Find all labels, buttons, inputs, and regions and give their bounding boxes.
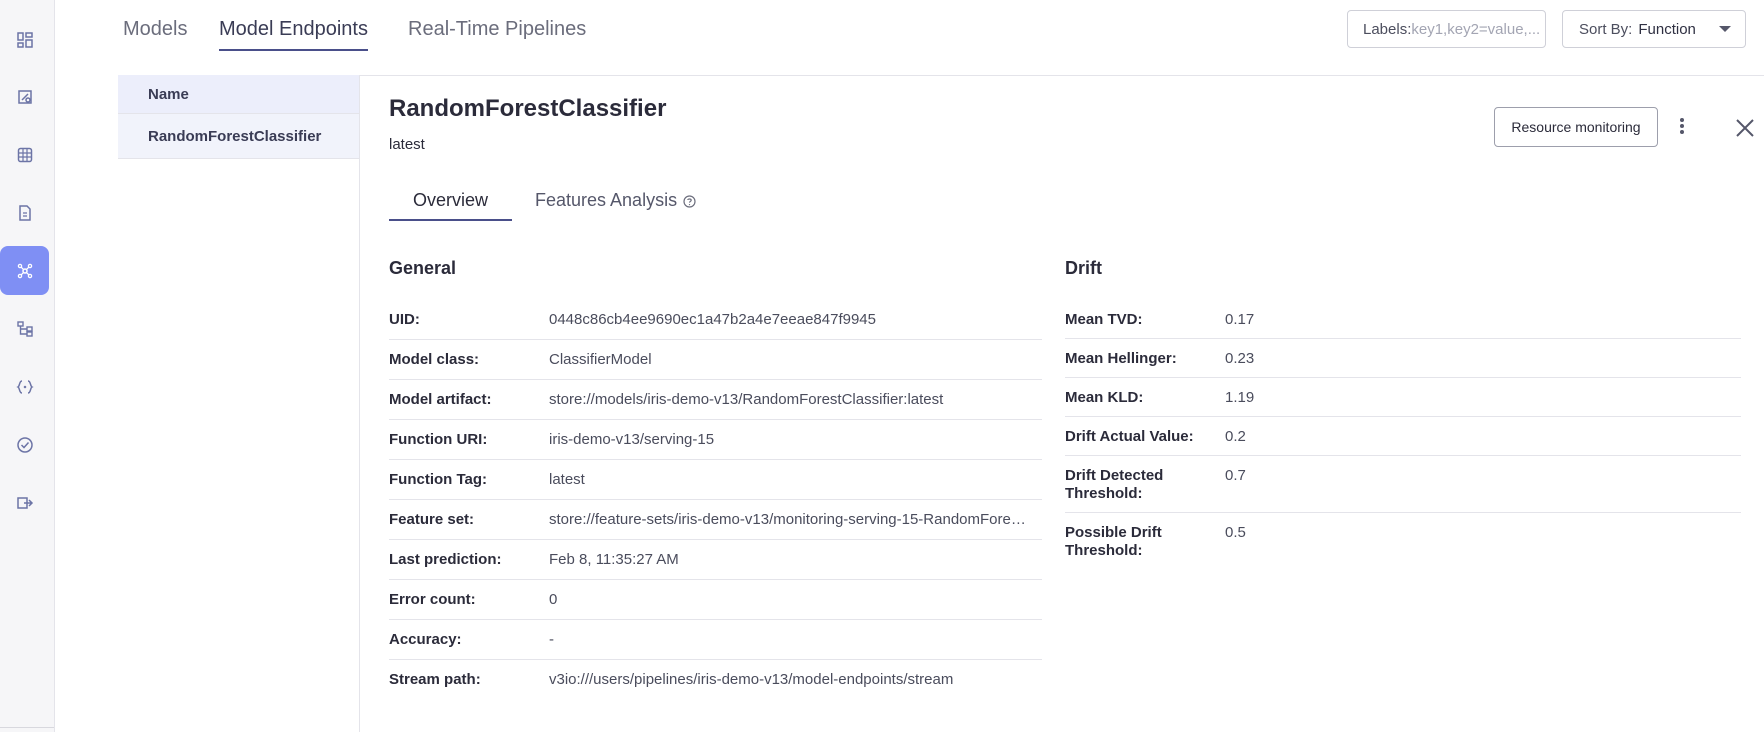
- last-prediction-label: Last prediction:: [389, 550, 502, 568]
- mean-hellinger-value: 0.23: [1225, 350, 1255, 367]
- tab-features-analysis-label: Features Analysis: [535, 190, 678, 210]
- sort-by-value: Function: [1638, 20, 1696, 38]
- sidebar-item-jobs[interactable]: [0, 304, 49, 353]
- feature-store-icon: [17, 89, 32, 104]
- table-row: Possible Drift Threshold: 0.5: [1065, 513, 1741, 570]
- help-icon: [683, 195, 696, 208]
- mean-kld-value: 1.19: [1225, 389, 1255, 406]
- table-row: Stream path: v3io:///users/pipelines/iris…: [389, 660, 1042, 700]
- function-uri-label: Function URI:: [389, 430, 488, 448]
- jobs-icon: [16, 320, 33, 337]
- sidebar-divider: [0, 727, 54, 728]
- mean-hellinger-label: Mean Hellinger:: [1065, 350, 1177, 367]
- labels-filter-label: Labels:: [1363, 20, 1412, 38]
- list-item[interactable]: RandomForestClassifier: [118, 114, 359, 159]
- possible-drift-threshold-label: Possible Drift Threshold:: [1065, 524, 1162, 559]
- possible-drift-threshold-value: 0.5: [1225, 524, 1246, 541]
- chevron-down-icon: [1719, 26, 1731, 32]
- drift-section-title: Drift: [1065, 258, 1102, 278]
- labels-filter-placeholder: key1,key2=value,...: [1411, 20, 1541, 38]
- drift-detected-threshold-value: 0.7: [1225, 467, 1246, 484]
- sidebar-item-functions[interactable]: [0, 362, 49, 411]
- model-artifact-label: Model artifact:: [389, 390, 492, 408]
- sidebar-item-api-gateway[interactable]: [0, 478, 49, 527]
- models-icon: [17, 263, 32, 278]
- datasets-icon: [17, 147, 32, 162]
- general-section-title: General: [389, 258, 457, 278]
- monitoring-icon: [16, 436, 33, 453]
- feature-set-label: Feature set:: [389, 510, 475, 528]
- list-header-name[interactable]: Name: [118, 75, 359, 114]
- table-row: Last prediction: Feb 8, 11:35:27 AM: [389, 540, 1042, 580]
- mean-kld-label: Mean KLD:: [1065, 389, 1144, 406]
- sidebar-item-feature-store[interactable]: [0, 72, 49, 121]
- endpoint-tag: latest: [389, 136, 425, 153]
- mean-tvd-value: 0.17: [1225, 311, 1255, 328]
- table-row: Drift Detected Threshold: 0.7: [1065, 456, 1741, 513]
- stream-path-value: v3io:///users/pipelines/iris-demo-v13/mo…: [549, 671, 954, 688]
- table-row: Accuracy: -: [389, 620, 1042, 660]
- table-row: Drift Actual Value: 0.2: [1065, 417, 1741, 456]
- sort-by-select[interactable]: Sort By: Function: [1562, 10, 1746, 48]
- table-row: Mean KLD: 1.19: [1065, 378, 1741, 417]
- api-gateway-icon: [16, 496, 33, 509]
- sidebar-item-models[interactable]: [0, 246, 49, 295]
- table-row: Model class: ClassifierModel: [389, 340, 1042, 380]
- table-row: Mean TVD: 0.17: [1065, 300, 1741, 339]
- general-details-table: UID: 0448c86cb4ee9690ec1a47b2a4e7eeae847f…: [389, 300, 1042, 700]
- sort-by-label: Sort By:: [1579, 20, 1633, 38]
- function-tag-value: latest: [549, 470, 585, 488]
- feature-set-value: store://feature-sets/iris-demo-v13/monit…: [549, 510, 1029, 528]
- divider: [359, 75, 1764, 76]
- last-prediction-value: Feb 8, 11:35:27 AM: [549, 550, 679, 568]
- table-row: Mean Hellinger: 0.23: [1065, 339, 1741, 378]
- tab-models[interactable]: Models: [123, 18, 187, 49]
- drift-detected-threshold-label: Drift Detected Threshold:: [1065, 467, 1164, 502]
- uid-label: UID:: [389, 310, 420, 328]
- model-artifact-value: store://models/iris-demo-v13/RandomFores…: [549, 390, 944, 408]
- table-row: Error count: 0: [389, 580, 1042, 620]
- mean-tvd-label: Mean TVD:: [1065, 311, 1143, 328]
- tab-real-time-pipelines[interactable]: Real-Time Pipelines: [408, 18, 586, 49]
- accuracy-label: Accuracy:: [389, 630, 462, 648]
- more-actions-icon[interactable]: [1672, 116, 1692, 138]
- close-icon[interactable]: [1734, 117, 1756, 139]
- function-uri-value: iris-demo-v13/serving-15: [549, 430, 715, 448]
- uid-value: 0448c86cb4ee9690ec1a47b2a4e7eeae847f9945: [549, 310, 876, 328]
- endpoints-list: Name RandomForestClassifier: [118, 75, 360, 732]
- model-class-value: ClassifierModel: [549, 350, 652, 368]
- sidebar-item-datasets[interactable]: [0, 130, 49, 179]
- sidebar-item-artifacts[interactable]: [0, 188, 49, 237]
- table-row: Feature set: store://feature-sets/iris-de…: [389, 500, 1042, 540]
- sidebar: [0, 0, 55, 732]
- artifacts-icon: [18, 204, 31, 221]
- drift-actual-value-value: 0.2: [1225, 428, 1246, 445]
- drift-actual-value-label: Drift Actual Value:: [1065, 428, 1194, 445]
- table-row: Function Tag: latest: [389, 460, 1042, 500]
- model-class-label: Model class:: [389, 350, 480, 368]
- sidebar-item-dashboard[interactable]: [0, 15, 49, 64]
- drift-details-table: Mean TVD: 0.17 Mean Hellinger: 0.23 Mean K…: [1065, 300, 1741, 570]
- table-row: Model artifact: store://models/iris-demo-…: [389, 380, 1042, 420]
- accuracy-value: -: [549, 630, 554, 648]
- tab-overview[interactable]: Overview: [389, 190, 513, 221]
- tab-model-endpoints[interactable]: Model Endpoints: [219, 18, 368, 51]
- function-tag-label: Function Tag:: [389, 470, 488, 488]
- functions-icon: [15, 379, 34, 394]
- resource-monitoring-button[interactable]: Resource monitoring: [1494, 107, 1658, 147]
- table-row: UID: 0448c86cb4ee9690ec1a47b2a4e7eeae847f…: [389, 300, 1042, 340]
- error-count-label: Error count:: [389, 590, 476, 608]
- tab-features-analysis[interactable]: Features Analysis: [535, 190, 696, 219]
- dashboard-icon: [16, 31, 33, 48]
- stream-path-label: Stream path:: [389, 671, 481, 688]
- page-title: RandomForestClassifier: [389, 95, 667, 122]
- labels-filter-input[interactable]: Labels: key1,key2=value,...: [1347, 10, 1546, 48]
- table-row: Function URI: iris-demo-v13/serving-15: [389, 420, 1042, 460]
- error-count-value: 0: [549, 590, 558, 608]
- sidebar-item-monitoring[interactable]: [0, 420, 49, 469]
